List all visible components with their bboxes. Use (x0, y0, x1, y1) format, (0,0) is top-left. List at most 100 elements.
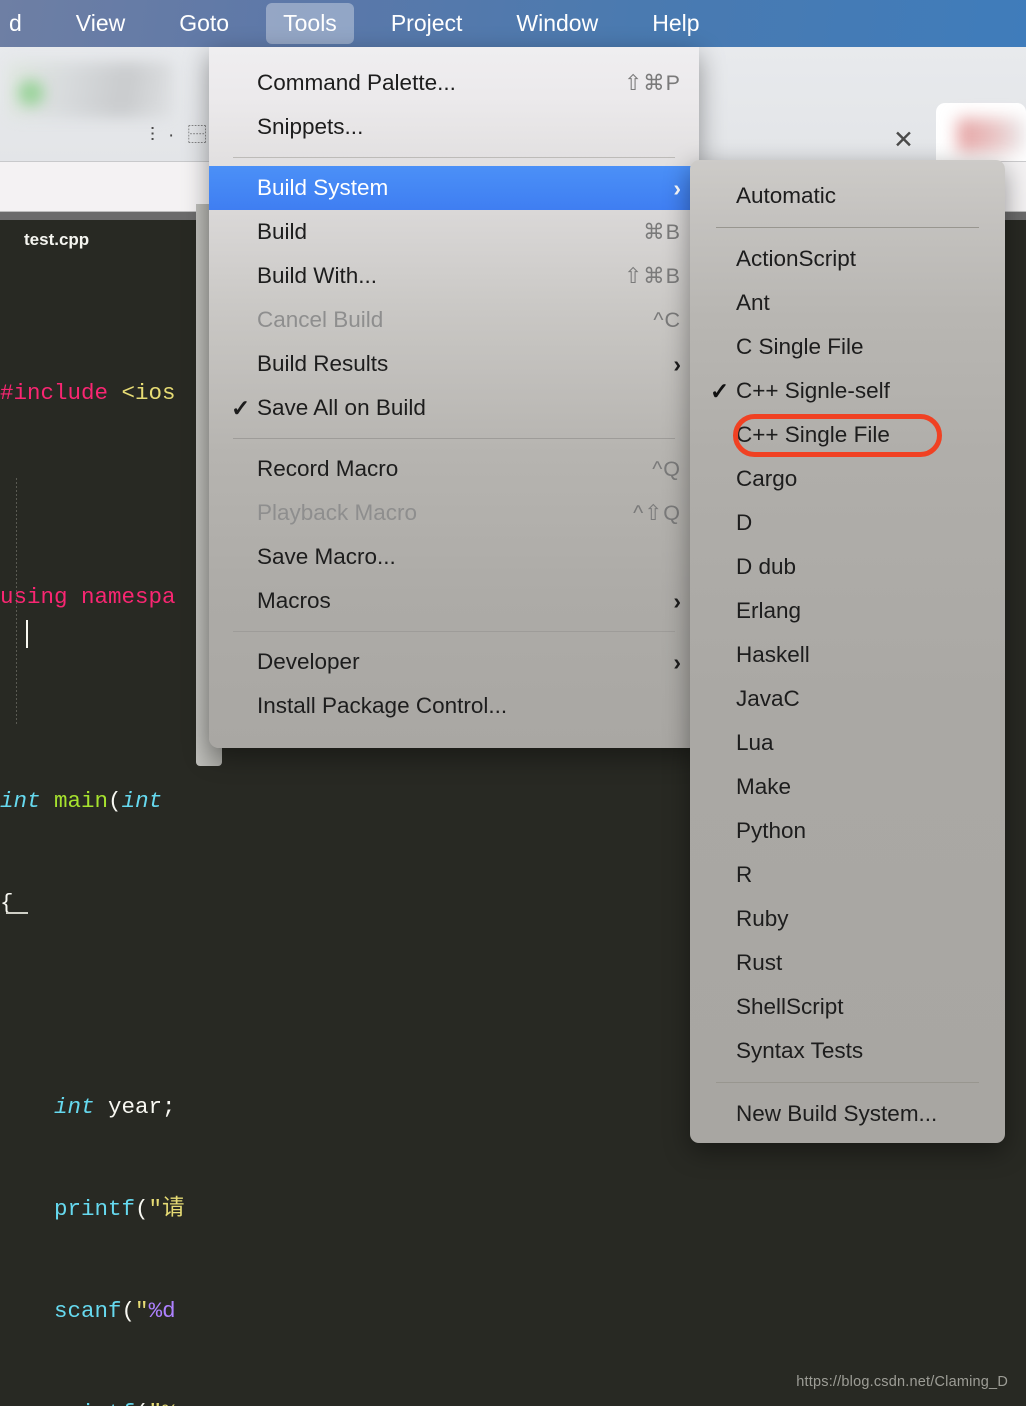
menu-item-label: Developer (257, 649, 360, 674)
menu-item-playback-macro: Playback Macro ^⇧Q (209, 491, 699, 535)
submenu-item-rust[interactable]: Rust (690, 941, 1005, 985)
editor-file-tab[interactable]: test.cpp (24, 230, 89, 250)
menubar-item-window[interactable]: Window (499, 3, 615, 44)
background-tab-favicon (18, 80, 44, 106)
menubar-item-help[interactable]: Help (635, 3, 716, 44)
background-tab-active-blur (957, 118, 1026, 152)
menu-item-label: Record Macro (257, 456, 399, 481)
menu-separator (233, 157, 675, 158)
menu-item-shortcut: ^Q (652, 456, 681, 481)
submenu-item-python[interactable]: Python (690, 809, 1005, 853)
menu-item-label: Macros (257, 588, 331, 613)
submenu-item-cpp-single-file[interactable]: C++ Single File (690, 413, 1005, 457)
menu-separator (233, 631, 675, 632)
submenu-item-r[interactable]: R (690, 853, 1005, 897)
checkmark-icon: ✓ (710, 377, 730, 404)
submenu-item-ruby[interactable]: Ruby (690, 897, 1005, 941)
checkmark-icon: ✓ (231, 394, 251, 421)
submenu-item-label: Rust (736, 950, 783, 975)
menubar-item-d[interactable]: d (0, 3, 39, 44)
menu-item-developer[interactable]: Developer › (209, 640, 699, 684)
code-line: printf("% (0, 1396, 230, 1406)
chevron-right-icon: › (673, 350, 681, 377)
watermark-url: https://blog.csdn.net/Claming_D (796, 1374, 1008, 1390)
submenu-item-d[interactable]: D (690, 501, 1005, 545)
submenu-item-label: C Single File (736, 334, 864, 359)
menu-item-label: Playback Macro (257, 500, 418, 525)
submenu-item-haskell[interactable]: Haskell (690, 633, 1005, 677)
code-line: { (0, 890, 14, 916)
submenu-item-javac[interactable]: JavaC (690, 677, 1005, 721)
submenu-item-automatic[interactable]: Automatic (690, 174, 1005, 218)
submenu-item-syntax-tests[interactable]: Syntax Tests (690, 1029, 1005, 1073)
submenu-item-cpp-signle-self[interactable]: ✓ C++ Signle-self (690, 369, 1005, 413)
submenu-item-label: ShellScript (736, 994, 844, 1019)
menu-item-shortcut: ⇧⌘P (624, 70, 681, 95)
menu-item-build-system[interactable]: Build System › (209, 166, 699, 210)
submenu-item-c-single-file[interactable]: C Single File (690, 325, 1005, 369)
menu-item-cancel-build: Cancel Build ^C (209, 298, 699, 342)
menu-item-build-results[interactable]: Build Results › (209, 342, 699, 386)
menu-item-label: Command Palette... (257, 70, 456, 95)
submenu-item-new-build-system[interactable]: New Build System... (690, 1092, 1005, 1136)
submenu-item-label: Erlang (736, 598, 802, 623)
submenu-item-ant[interactable]: Ant (690, 281, 1005, 325)
submenu-item-make[interactable]: Make (690, 765, 1005, 809)
chevron-right-icon: › (673, 174, 681, 201)
indent-guide (16, 478, 17, 726)
submenu-item-actionscript[interactable]: ActionScript (690, 237, 1005, 281)
submenu-item-label: R (736, 862, 753, 887)
menu-item-shortcut: ⇧⌘B (624, 263, 681, 288)
submenu-item-label: Ant (736, 290, 770, 315)
submenu-item-lua[interactable]: Lua (690, 721, 1005, 765)
menu-item-save-all-on-build[interactable]: ✓ Save All on Build (209, 386, 699, 430)
submenu-item-label: ActionScript (736, 246, 857, 271)
menu-item-label: Cancel Build (257, 307, 384, 332)
tools-dropdown-menu[interactable]: Command Palette... ⇧⌘P Snippets... Build… (209, 47, 699, 748)
submenu-item-label: D (736, 510, 753, 535)
text-cursor (26, 620, 28, 648)
code-line: int main(int (0, 788, 163, 814)
submenu-item-label: New Build System... (736, 1101, 938, 1126)
submenu-item-label: Lua (736, 730, 774, 755)
menu-item-shortcut: ⌘B (643, 219, 681, 244)
menu-item-build[interactable]: Build ⌘B (209, 210, 699, 254)
submenu-separator (716, 1082, 979, 1083)
menu-item-record-macro[interactable]: Record Macro ^Q (209, 447, 699, 491)
chevron-right-icon: › (673, 587, 681, 614)
menu-item-command-palette[interactable]: Command Palette... ⇧⌘P (209, 61, 699, 105)
submenu-item-label: Syntax Tests (736, 1038, 864, 1063)
close-icon[interactable]: ✕ (893, 128, 914, 153)
menubar-item-project[interactable]: Project (374, 3, 480, 44)
menu-item-label: Install Package Control... (257, 693, 508, 718)
menubar-item-goto[interactable]: Goto (162, 3, 246, 44)
background-tab-glyphs: ⫶ · ⿱ (150, 125, 211, 146)
submenu-item-cargo[interactable]: Cargo (690, 457, 1005, 501)
submenu-item-label: Haskell (736, 642, 810, 667)
menubar-item-tools[interactable]: Tools (266, 3, 354, 44)
submenu-item-label: JavaC (736, 686, 800, 711)
submenu-item-label: Python (736, 818, 807, 843)
menu-item-save-macro[interactable]: Save Macro... (209, 535, 699, 579)
menu-item-label: Build With... (257, 263, 378, 288)
submenu-item-label: Automatic (736, 183, 837, 208)
chevron-right-icon: › (673, 648, 681, 675)
submenu-item-label: Cargo (736, 466, 798, 491)
menu-item-label: Build (257, 219, 308, 244)
menu-separator (233, 438, 675, 439)
build-system-submenu[interactable]: Automatic ActionScript Ant C Single File… (690, 160, 1005, 1143)
submenu-item-shellscript[interactable]: ShellScript (690, 985, 1005, 1029)
menubar-item-view[interactable]: View (59, 3, 142, 44)
submenu-item-label: Ruby (736, 906, 789, 931)
submenu-item-erlang[interactable]: Erlang (690, 589, 1005, 633)
menu-item-shortcut: ^C (653, 307, 681, 332)
menu-item-build-with[interactable]: Build With... ⇧⌘B (209, 254, 699, 298)
menu-item-snippets[interactable]: Snippets... (209, 105, 699, 149)
menu-item-label: Build System (257, 175, 389, 200)
menu-item-install-package-control[interactable]: Install Package Control... (209, 684, 699, 728)
menu-item-macros[interactable]: Macros › (209, 579, 699, 623)
application-menu-bar[interactable]: d View Goto Tools Project Window Help (0, 0, 1026, 47)
submenu-item-d-dub[interactable]: D dub (690, 545, 1005, 589)
code-line: int year; (54, 1094, 176, 1120)
